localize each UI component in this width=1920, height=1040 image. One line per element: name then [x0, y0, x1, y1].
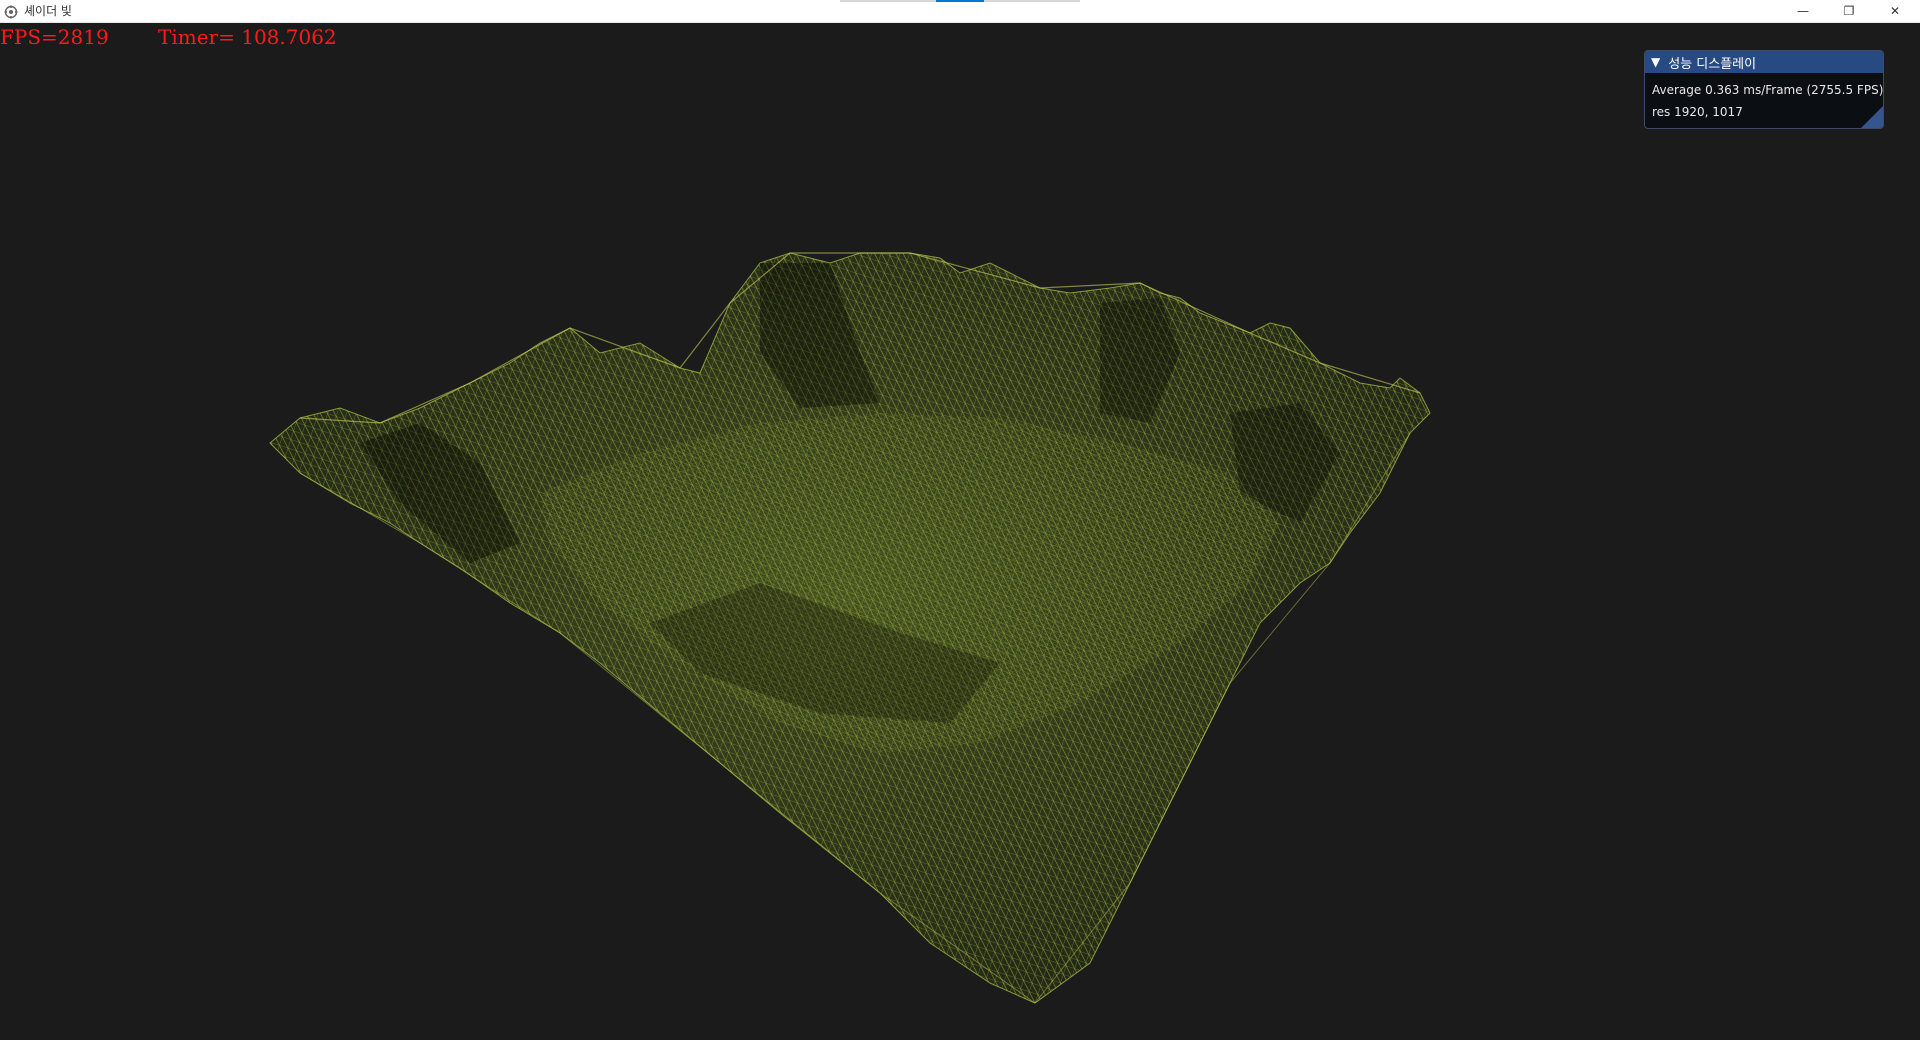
app-icon — [4, 4, 18, 19]
minimize-button[interactable]: — — [1780, 0, 1826, 22]
resize-grip[interactable] — [1861, 106, 1883, 128]
window-title: 셰이더 빛 — [24, 4, 72, 18]
performance-display-window[interactable]: ▼ 성능 디스플레이 Average 0.363 ms/Frame (2755.… — [1644, 50, 1884, 129]
fps-counter: FPS=2819 — [0, 25, 109, 49]
performance-window-header[interactable]: ▼ 성능 디스플레이 — [1645, 51, 1883, 73]
window-titlebar: 셰이더 빛 — ❐ ✕ — [0, 0, 1920, 23]
maximize-button[interactable]: ❐ — [1826, 0, 1872, 22]
close-icon: ✕ — [1889, 4, 1901, 18]
timer-readout: Timer= 108.7062 — [158, 25, 337, 49]
triangle-down-icon[interactable]: ▼ — [1651, 55, 1660, 69]
resolution-readout: res 1920, 1017 — [1652, 105, 1743, 119]
restore-icon: ❐ — [1843, 4, 1855, 18]
wireframe-terrain — [269, 252, 1431, 1004]
render-viewport[interactable]: FPS=2819 Timer= 108.7062 ▼ 성능 디스플레이 Aver… — [0, 23, 1920, 1040]
performance-window-title: 성능 디스플레이 — [1668, 56, 1757, 72]
title-tab-indicator — [936, 0, 984, 2]
minimize-icon: — — [1797, 4, 1809, 18]
close-button[interactable]: ✕ — [1872, 0, 1918, 22]
average-frame-time: Average 0.363 ms/Frame (2755.5 FPS) — [1652, 83, 1884, 97]
